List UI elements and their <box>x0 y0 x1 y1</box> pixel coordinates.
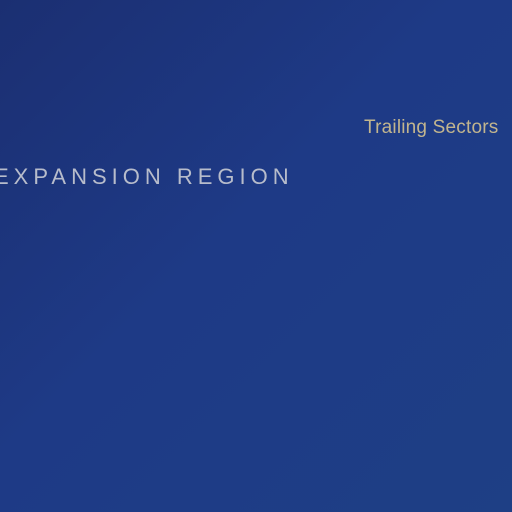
trailing-sectors-label: Trailing Sectors <box>364 117 499 138</box>
expansion-region-label: EXPANSION REGION <box>0 164 294 189</box>
chart-canvas: Trailing Sectors EXPANSION REGION <box>0 0 512 512</box>
